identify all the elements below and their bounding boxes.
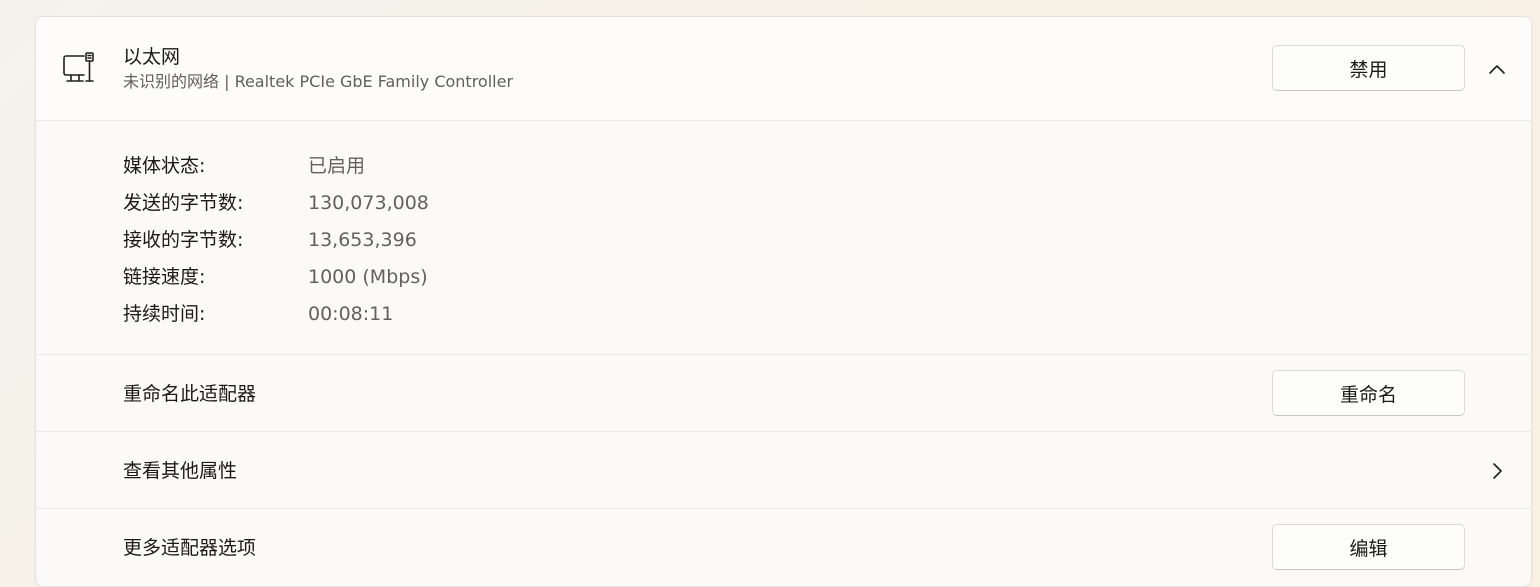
prop-label-bytes-received: 接收的字节数: (123, 229, 244, 251)
wired-network-adapter-icon (62, 51, 96, 85)
prop-value-bytes-received: 13,653,396 (308, 229, 417, 251)
ethernet-adapter-panel: 以太网 未识别的网络 | Realtek PCIe GbE Family Con… (35, 16, 1532, 587)
rename-adapter-row: 重命名此适配器 重命名 (36, 355, 1531, 431)
prop-label-bytes-sent: 发送的字节数: (123, 192, 244, 214)
view-more-properties-row[interactable]: 查看其他属性 (36, 432, 1531, 508)
chevron-right-icon (1486, 460, 1508, 482)
more-adapter-options-row: 更多适配器选项 编辑 (36, 509, 1531, 586)
collapse-button[interactable] (1482, 55, 1512, 85)
edit-button[interactable]: 编辑 (1272, 524, 1465, 570)
chevron-up-icon (1488, 61, 1506, 80)
more-adapter-options-label: 更多适配器选项 (123, 537, 257, 559)
prop-value-link-speed: 1000 (Mbps) (308, 266, 428, 288)
adapter-title: 以太网 (123, 46, 181, 68)
rename-adapter-label: 重命名此适配器 (123, 383, 257, 405)
rename-button[interactable]: 重命名 (1272, 370, 1465, 416)
disable-button[interactable]: 禁用 (1272, 45, 1465, 91)
adapter-header: 以太网 未识别的网络 | Realtek PCIe GbE Family Con… (36, 17, 1531, 120)
prop-label-duration: 持续时间: (123, 303, 206, 325)
adapter-description: 未识别的网络 | Realtek PCIe GbE Family Control… (123, 72, 514, 91)
prop-value-bytes-sent: 130,073,008 (308, 192, 429, 214)
view-more-properties-label: 查看其他属性 (123, 460, 238, 482)
prop-label-link-speed: 链接速度: (123, 266, 206, 288)
prop-label-media-state: 媒体状态: (123, 155, 206, 177)
prop-value-duration: 00:08:11 (308, 303, 394, 325)
adapter-properties: 媒体状态: 已启用 发送的字节数: 130,073,008 接收的字节数: 13… (36, 121, 1531, 354)
prop-value-media-state: 已启用 (308, 155, 366, 177)
